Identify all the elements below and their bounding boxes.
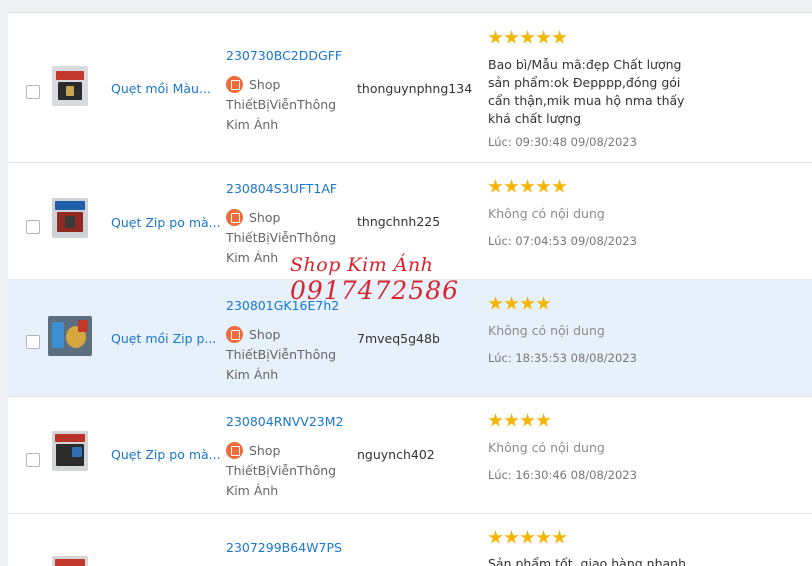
buyer-username: nguynch402 [357, 447, 435, 462]
buyer-username: 7mveq5g48b [357, 331, 440, 346]
table-row: Quẹt Zip po mà... 230804S3UFT1AF Shop Th… [8, 163, 812, 280]
shop-label: Shop [249, 327, 281, 342]
product-name-link[interactable]: Quẹt mồi Zip p... [111, 331, 216, 346]
rating-stars [488, 179, 568, 197]
row-checkbox[interactable] [26, 220, 40, 234]
star-icon [520, 413, 535, 427]
shop-info: Shop ThiếtBịViễnThông Kim Ánh [226, 441, 346, 501]
product-thumbnail[interactable] [52, 66, 88, 106]
product-thumbnail[interactable] [52, 431, 88, 471]
buyer-username: thngchnh225 [357, 214, 441, 229]
star-icon [552, 530, 567, 544]
review-text: Bao bì/Mẫu mã:đẹp Chất lượng sản phẩm:ok… [488, 57, 685, 126]
product-name-link[interactable]: Quẹt Zip po mà... [111, 447, 221, 462]
rating-stars [488, 296, 552, 314]
star-icon [504, 296, 519, 310]
star-icon [536, 179, 551, 193]
star-icon [520, 530, 535, 544]
review-text: Sản phẩm tốt, giao hàng nhanh [488, 556, 687, 566]
star-icon [552, 30, 567, 44]
product-thumbnail[interactable] [52, 198, 88, 238]
shop-info: Shop ThiếtBịViễnThông Kim Ánh [226, 208, 346, 268]
shop-label: Shop [249, 443, 281, 458]
review-time: Lúc: 18:35:53 08/08/2023 [488, 351, 637, 365]
product-thumbnail[interactable] [52, 556, 88, 566]
order-code-link[interactable]: 230730BC2DDGFF [226, 48, 342, 63]
star-icon [520, 30, 535, 44]
shop-name: ThiếtBịViễnThông Kim Ánh [226, 463, 337, 498]
shop-name: ThiếtBịViễnThông Kim Ánh [226, 347, 337, 382]
order-code-link[interactable]: 230804RNVV23M2 [226, 414, 344, 429]
product-name-link[interactable]: Quẹt mồi Màu... [111, 81, 211, 96]
star-icon [488, 413, 503, 427]
review-text: Không có nội dung [488, 323, 605, 338]
review-text: Không có nội dung [488, 206, 605, 221]
order-code-link[interactable]: 230804S3UFT1AF [226, 181, 337, 196]
star-icon [536, 530, 551, 544]
shop-bag-icon [226, 442, 243, 459]
review-text: Không có nội dung [488, 440, 605, 455]
shop-info: Shop ThiếtBịViễnThông Kim Ánh [226, 75, 346, 135]
rating-stars [488, 30, 568, 48]
buyer-username: thonguynphng134 [357, 81, 473, 96]
shop-label: Shop [249, 210, 281, 225]
review-time: Lúc: 07:04:53 09/08/2023 [488, 234, 637, 248]
star-icon [488, 296, 503, 310]
shop-bag-icon [226, 326, 243, 343]
table-row: Quẹt Zip po mà... 230804RNVV23M2 Shop Th… [8, 397, 812, 514]
row-checkbox[interactable] [26, 453, 40, 467]
star-icon [488, 30, 503, 44]
star-icon [504, 179, 519, 193]
table-row: 2307299B64W7PS Sản phẩm tốt, giao hàng n… [8, 514, 812, 566]
star-icon [488, 530, 503, 544]
shop-info: Shop ThiếtBịViễnThông Kim Ánh [226, 325, 346, 385]
product-thumbnail[interactable] [48, 316, 92, 356]
order-code-link[interactable]: 230801GK16E7h2 [226, 298, 339, 313]
table-row: Quẹt mồi Màu... 230730BC2DDGFF Shop Thiế… [8, 13, 812, 163]
star-icon [536, 413, 551, 427]
row-checkbox[interactable] [26, 85, 40, 99]
row-checkbox[interactable] [26, 335, 40, 349]
star-icon [536, 30, 551, 44]
table-row: Quẹt mồi Zip p... 230801GK16E7h2 Shop Th… [8, 280, 812, 397]
rating-stars [488, 413, 552, 431]
star-icon [488, 179, 503, 193]
review-time: Lúc: 09:30:48 09/08/2023 [488, 135, 637, 149]
star-icon [504, 530, 519, 544]
star-icon [520, 296, 535, 310]
shop-bag-icon [226, 76, 243, 93]
shop-bag-icon [226, 209, 243, 226]
review-time: Lúc: 16:30:46 08/08/2023 [488, 468, 637, 482]
star-icon [552, 179, 567, 193]
product-name-link[interactable]: Quẹt Zip po mà... [111, 215, 221, 230]
star-icon [504, 30, 519, 44]
shop-name: ThiếtBịViễnThông Kim Ánh [226, 97, 337, 132]
shop-name: ThiếtBịViễnThông Kim Ánh [226, 230, 337, 265]
shop-label: Shop [249, 77, 281, 92]
star-icon [536, 296, 551, 310]
order-code-link[interactable]: 2307299B64W7PS [226, 540, 342, 555]
ratings-table: Quẹt mồi Màu... 230730BC2DDGFF Shop Thiế… [8, 12, 812, 566]
star-icon [520, 179, 535, 193]
star-icon [504, 413, 519, 427]
rating-stars [488, 530, 568, 548]
